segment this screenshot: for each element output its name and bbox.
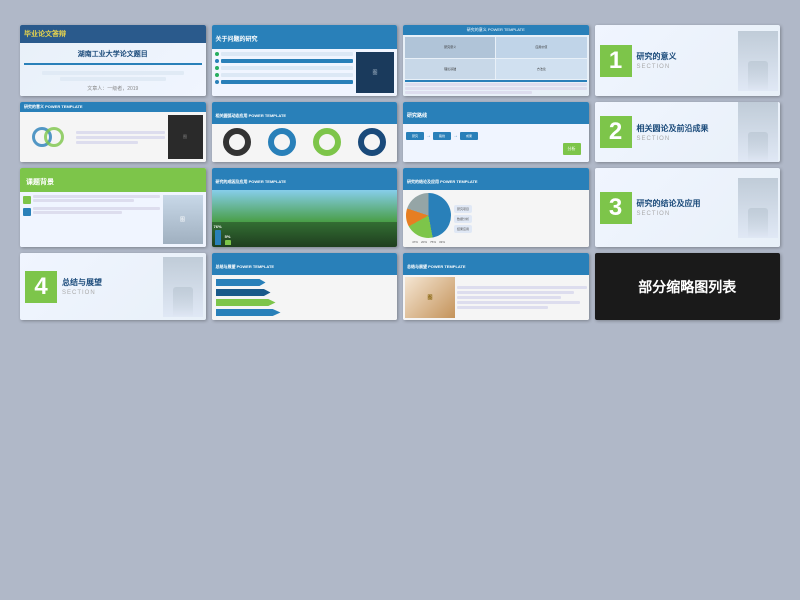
slide-4[interactable]: 1 研究的意义 SECTION: [595, 25, 781, 96]
slide-2[interactable]: 关于问题的研究 图: [212, 25, 398, 96]
slide12-title: 研究的结论及应用: [637, 198, 732, 209]
slide8-figure: [738, 102, 778, 162]
slide-9[interactable]: 课题背景: [20, 168, 206, 247]
slide2-header: 关于问题的研究: [212, 25, 398, 49]
slide12-figure: [738, 178, 778, 238]
last-item-label: 部分缩略图列表: [633, 272, 741, 302]
slide10-city: 76% 5%: [212, 190, 398, 247]
slide5-lines: [76, 115, 165, 159]
slide-14[interactable]: 总结与展望 POWER TEMPLATE: [212, 253, 398, 320]
slide-1[interactable]: 毕业论文答辩 湖南工业大学论文题目 文章人：一级者，2019: [20, 25, 206, 96]
slide15-content: 图: [403, 275, 589, 320]
slide2-figure: 图: [356, 52, 394, 93]
slide6-donuts: [212, 124, 398, 162]
slide5-header: 研究的意义 POWER TEMPLATE: [20, 102, 206, 112]
row-1: 毕业论文答辩 湖南工业大学论文题目 文章人：一级者，2019 关于问题的研究: [20, 25, 780, 96]
slide7-content: 研究 → 路线 → 成果 分析: [403, 124, 589, 162]
slide3-header: 研究的意义 POWER TEMPLATE: [403, 25, 589, 35]
slide8-title: 相关圆论及前沿成果: [637, 123, 732, 134]
slide11-header: 研究的结论及应用 POWER TEMPLATE: [403, 168, 589, 190]
slide-5[interactable]: 研究的意义 POWER TEMPLATE 图: [20, 102, 206, 162]
slide-8[interactable]: 2 相关圆论及前沿成果 SECTION: [595, 102, 781, 162]
slide11-pct4: 33%: [439, 240, 445, 244]
main-container: 毕业论文答辩 湖南工业大学论文题目 文章人：一级者，2019 关于问题的研究: [10, 15, 790, 585]
slide10-bar2: 5%: [225, 234, 231, 239]
slide9-header: 课题背景: [20, 168, 206, 192]
slide14-header: 总结与展望 POWER TEMPLATE: [212, 253, 398, 275]
slide2-items: [215, 52, 354, 93]
slide10-header-text: 研究的成因及应用 POWER TEMPLATE: [216, 179, 287, 184]
slide4-figure: [738, 31, 778, 91]
slide11-header-text: 研究的结论及应用 POWER TEMPLATE: [407, 179, 478, 184]
slide7-analyze: 分析: [563, 143, 581, 155]
slide12-number: 3: [600, 192, 632, 224]
slide-12[interactable]: 3 研究的结论及应用 SECTION: [595, 168, 781, 247]
slide1-banner-text: 毕业论文答辩: [24, 29, 66, 39]
row-4: 4 总结与展望 SECTION 总结与展望 POWER TEMPLATE: [20, 253, 780, 320]
slide13-number: 4: [25, 271, 57, 303]
slide-7[interactable]: 研究路线 研究 → 路线 → 成果 分析: [403, 102, 589, 162]
row-2: 研究的意义 POWER TEMPLATE 图 相关圆弧动态: [20, 102, 780, 162]
slide11-hexagons: 研究项目 数据分析 结果应用: [454, 205, 472, 233]
slide8-number: 2: [600, 116, 632, 148]
slide13-title: 总结与展望: [62, 277, 157, 288]
slide15-text: [457, 277, 587, 318]
slide-13[interactable]: 4 总结与展望 SECTION: [20, 253, 206, 320]
slide8-label: SECTION: [637, 136, 732, 142]
slide7-header-text: 研究路线: [407, 113, 427, 119]
slide6-header-text: 相关圆弧动态应用 POWER TEMPLATE: [216, 113, 287, 118]
slide12-label: SECTION: [637, 211, 732, 217]
slide-3[interactable]: 研究的意义 POWER TEMPLATE 研究意义 应用价值 理论基础 方法论: [403, 25, 589, 96]
slide13-label: SECTION: [62, 290, 157, 296]
slide11-pct3: 75%: [430, 240, 436, 244]
slide4-title: 研究的意义: [637, 51, 732, 62]
slide4-label: SECTION: [637, 64, 732, 70]
slide-11[interactable]: 研究的结论及应用 POWER TEMPLATE 47% 20% 75% 33% …: [403, 168, 589, 247]
slide1-info: 文章人：一级者，2019: [24, 85, 202, 92]
slide14-header-text: 总结与展望 POWER TEMPLATE: [216, 264, 275, 269]
slide10-bar1: 76%: [214, 224, 222, 229]
slide11-pct2: 20%: [421, 240, 427, 244]
slide15-header-text: 总结与展望 POWER TEMPLATE: [407, 264, 466, 269]
slide6-header: 相关圆弧动态应用 POWER TEMPLATE: [212, 102, 398, 124]
slide-15[interactable]: 总结与展望 POWER TEMPLATE 图: [403, 253, 589, 320]
slide2-header-text: 关于问题的研究: [216, 37, 258, 43]
slide11-pct1: 47%: [412, 240, 418, 244]
slide-6[interactable]: 相关圆弧动态应用 POWER TEMPLATE: [212, 102, 398, 162]
slide1-subtitle: 湖南工业大学论文题目: [24, 49, 202, 59]
slide15-food: 图: [405, 277, 455, 318]
slide-10[interactable]: 研究的成因及应用 POWER TEMPLATE 76% 5%: [212, 168, 398, 247]
slide13-figure: [163, 257, 203, 317]
slide15-header: 总结与展望 POWER TEMPLATE: [403, 253, 589, 275]
slide7-header: 研究路线: [403, 102, 589, 124]
slide9-content: 图: [20, 192, 206, 247]
slide5-venn: [23, 115, 73, 159]
slide11-content: 47% 20% 75% 33% 研究项目 数据分析 结果应用: [403, 190, 589, 247]
slide14-content: [212, 275, 398, 320]
row-3: 课题背景: [20, 168, 780, 247]
slide5-header-text: 研究的意义 POWER TEMPLATE: [24, 104, 83, 110]
slide-16[interactable]: 部分缩略图列表: [595, 253, 781, 320]
slide4-number: 1: [600, 45, 632, 77]
slide3-header-text: 研究的意义 POWER TEMPLATE: [467, 27, 525, 33]
slide9-figure: 图: [163, 195, 203, 244]
slide9-header-text: 课题背景: [26, 179, 54, 186]
slide10-header: 研究的成因及应用 POWER TEMPLATE: [212, 168, 398, 190]
slide5-photo: 图: [168, 115, 203, 159]
slide11-pie: [406, 193, 451, 238]
